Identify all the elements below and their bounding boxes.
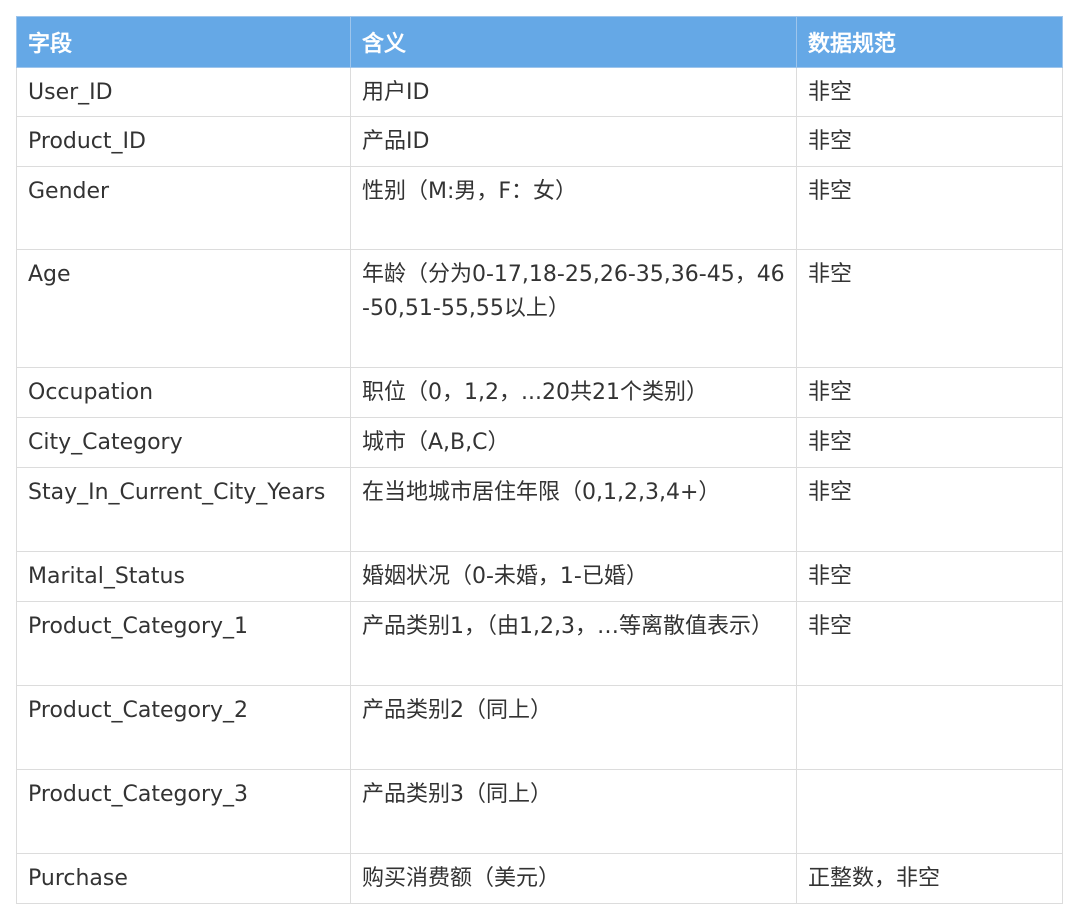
table-row: City_Category 城市（A,B,C） 非空 <box>16 417 1063 468</box>
field-cell: User_ID <box>16 67 351 117</box>
meaning-cell: 产品类别1，（由1,2,3，…等离散值表示） <box>350 601 797 686</box>
table-row: Product_Category_1 产品类别1，（由1,2,3，…等离散值表示… <box>16 601 1063 686</box>
spec-cell <box>796 769 1063 854</box>
field-cell: Product_ID <box>16 116 351 167</box>
spec-cell: 非空 <box>796 166 1063 250</box>
spec-cell: 非空 <box>796 67 1063 117</box>
meaning-cell: 产品类别2（同上） <box>350 685 797 770</box>
spec-cell: 非空 <box>796 417 1063 468</box>
field-cell: Purchase <box>16 853 351 904</box>
field-cell: Product_Category_1 <box>16 601 351 686</box>
header-field: 字段 <box>16 16 351 68</box>
field-cell: Product_Category_2 <box>16 685 351 770</box>
table-row: User_ID 用户ID 非空 <box>16 67 1063 117</box>
field-cell: City_Category <box>16 417 351 468</box>
spec-cell: 非空 <box>796 116 1063 167</box>
field-cell: Stay_In_Current_City_Years <box>16 467 351 552</box>
field-cell: Product_Category_3 <box>16 769 351 854</box>
meaning-cell: 城市（A,B,C） <box>350 417 797 468</box>
spec-cell: 非空 <box>796 551 1063 602</box>
table-header-row: 字段 含义 数据规范 <box>16 16 1063 68</box>
table-row: Gender 性别（M:男，F：女） 非空 <box>16 166 1063 250</box>
spec-cell: 非空 <box>796 367 1063 418</box>
table-row: Product_Category_3 产品类别3（同上） <box>16 769 1063 854</box>
header-meaning: 含义 <box>350 16 797 68</box>
meaning-cell: 性别（M:男，F：女） <box>350 166 797 250</box>
spec-cell: 非空 <box>796 249 1063 368</box>
table-row: Occupation 职位（0，1,2，...20共21个类别） 非空 <box>16 367 1063 418</box>
spec-cell: 非空 <box>796 601 1063 686</box>
meaning-cell: 用户ID <box>350 67 797 117</box>
table-row: Marital_Status 婚姻状况（0-未婚，1-已婚） 非空 <box>16 551 1063 602</box>
spec-cell: 正整数，非空 <box>796 853 1063 904</box>
data-dictionary-table-wrap: 字段 含义 数据规范 User_ID 用户ID 非空 Product_ID 产品… <box>16 16 1063 904</box>
field-cell: Age <box>16 249 351 368</box>
table-row: Product_Category_2 产品类别2（同上） <box>16 685 1063 770</box>
field-cell: Gender <box>16 166 351 250</box>
meaning-cell: 购买消费额（美元） <box>350 853 797 904</box>
meaning-cell: 产品类别3（同上） <box>350 769 797 854</box>
spec-cell <box>796 685 1063 770</box>
table-row: Age 年龄（分为0-17,18-25,26-35,36-45，46-50,51… <box>16 249 1063 368</box>
field-cell: Marital_Status <box>16 551 351 602</box>
meaning-cell: 在当地城市居住年限（0,1,2,3,4+） <box>350 467 797 552</box>
spec-cell: 非空 <box>796 467 1063 552</box>
meaning-cell: 年龄（分为0-17,18-25,26-35,36-45，46-50,51-55,… <box>350 249 797 368</box>
data-dictionary-table: 字段 含义 数据规范 User_ID 用户ID 非空 Product_ID 产品… <box>16 16 1063 904</box>
field-cell: Occupation <box>16 367 351 418</box>
header-spec: 数据规范 <box>796 16 1063 68</box>
table-row: Purchase 购买消费额（美元） 正整数，非空 <box>16 853 1063 904</box>
meaning-cell: 产品ID <box>350 116 797 167</box>
table-row: Product_ID 产品ID 非空 <box>16 116 1063 167</box>
meaning-cell: 婚姻状况（0-未婚，1-已婚） <box>350 551 797 602</box>
meaning-cell: 职位（0，1,2，...20共21个类别） <box>350 367 797 418</box>
table-row: Stay_In_Current_City_Years 在当地城市居住年限（0,1… <box>16 467 1063 552</box>
